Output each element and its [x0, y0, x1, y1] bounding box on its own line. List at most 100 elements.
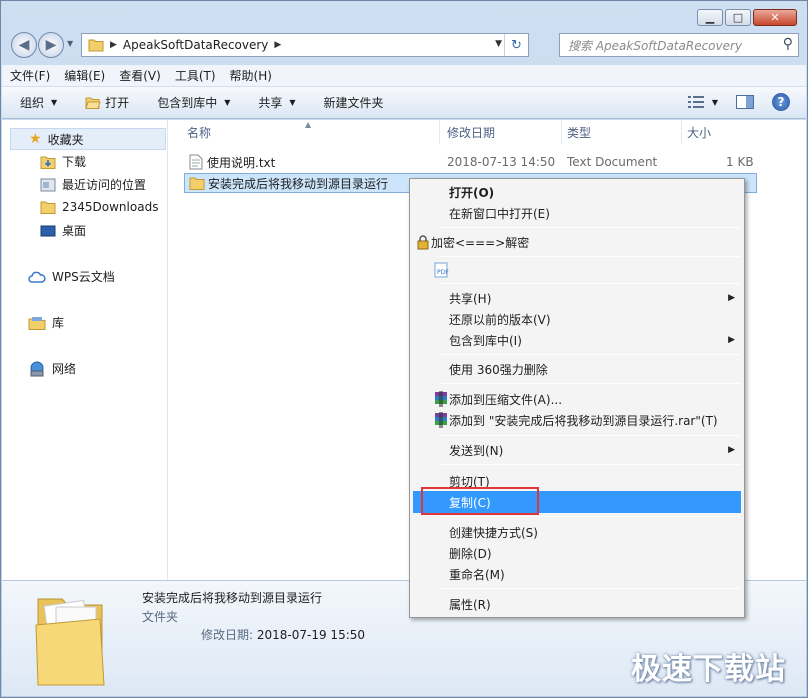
address-dropdown-icon[interactable]: ▼	[495, 39, 502, 49]
forward-button[interactable]: ▶	[38, 32, 64, 58]
breadcrumb-item[interactable]: ApeakSoftDataRecovery	[123, 38, 268, 52]
sort-ascending-icon: ▲	[305, 120, 312, 129]
search-icon[interactable]: ⚲	[783, 36, 793, 52]
preview-pane-icon[interactable]	[736, 95, 754, 109]
chevron-down-icon: ▼	[224, 98, 231, 107]
menu-item-share[interactable]: 共享(H) ▶	[413, 287, 741, 309]
menu-item-properties[interactable]: 属性(R)	[413, 593, 741, 615]
nav-item-2345downloads[interactable]: 2345Downloads	[40, 199, 158, 215]
navigation-pane: ★ 收藏夹 下载 最近访问的位置 2345Downloads 桌面 WPS云文档…	[2, 120, 168, 580]
menu-view[interactable]: 查看(V)	[119, 67, 161, 84]
submenu-arrow-icon: ▶	[728, 445, 735, 455]
library-icon	[28, 316, 46, 330]
menu-item-open[interactable]: 打开(O)	[413, 181, 741, 203]
selected-item-name: 安装完成后将我移动到源目录运行	[142, 591, 323, 605]
explorer-window: ▁ □ ✕ ◀ ▶ ▼ ▶ ApeakSoftDataRecovery ▶ ▼ …	[0, 0, 808, 698]
menu-help[interactable]: 帮助(H)	[230, 67, 272, 84]
breadcrumb-arrow-icon[interactable]: ▶	[274, 40, 281, 50]
column-header-type[interactable]: 类型	[567, 124, 591, 141]
menu-label: 打开(O)	[449, 185, 495, 200]
file-date: 2018-07-13 14:50	[447, 155, 556, 169]
forward-arrow-icon: ▶	[45, 37, 57, 53]
caption-buttons: ▁ □ ✕	[697, 9, 797, 26]
menu-label: 重命名(M)	[449, 567, 505, 582]
column-divider[interactable]	[561, 120, 562, 144]
open-button[interactable]: 打开	[85, 94, 129, 111]
search-input[interactable]: 搜索 ApeakSoftDataRecovery ⚲	[559, 33, 799, 57]
new-folder-button[interactable]: 新建文件夹	[324, 94, 384, 111]
nav-item-favorites[interactable]: ★ 收藏夹	[10, 128, 166, 150]
view-list-icon	[687, 96, 704, 108]
menu-item-create-shortcut[interactable]: 创建快捷方式(S)	[413, 521, 741, 543]
menu-separator	[440, 354, 740, 355]
menu-item-open-new-window[interactable]: 在新窗口中打开(E)	[413, 202, 741, 224]
folder-icon	[88, 39, 104, 52]
menu-label: 共享(H)	[449, 291, 492, 306]
nav-item-desktop[interactable]: 桌面	[40, 222, 86, 239]
downloads-folder-icon	[40, 156, 56, 169]
menu-tools[interactable]: 工具(T)	[175, 67, 216, 84]
column-header-size[interactable]: 大小	[687, 124, 711, 141]
file-name: 使用说明.txt	[207, 155, 276, 170]
view-options-button[interactable]: ▼	[687, 96, 718, 108]
folder-icon	[189, 177, 205, 190]
menu-item-delete[interactable]: 删除(D)	[413, 542, 741, 564]
star-icon: ★	[29, 131, 42, 147]
close-button[interactable]: ✕	[753, 9, 797, 26]
menu-item-add-archive[interactable]: 添加到压缩文件(A)...	[413, 388, 741, 410]
menu-item-send-to[interactable]: 发送到(N) ▶	[413, 439, 741, 461]
menu-item-encrypt[interactable]: 加密<===>解密	[413, 231, 741, 253]
menu-item-pdf-tool[interactable]: PDF	[413, 259, 741, 281]
column-divider[interactable]	[439, 120, 440, 144]
menu-item-restore-versions[interactable]: 还原以前的版本(V)	[413, 308, 741, 330]
chevron-down-icon: ▼	[711, 97, 718, 107]
share-button[interactable]: 共享 ▼	[258, 94, 295, 111]
nav-item-recent[interactable]: 最近访问的位置	[40, 176, 146, 193]
nav-label: WPS云文档	[52, 270, 115, 284]
breadcrumb-arrow-icon[interactable]: ▶	[110, 40, 117, 50]
share-label: 共享	[258, 96, 283, 110]
organize-button[interactable]: 组织 ▼	[20, 94, 57, 111]
address-bar[interactable]: ▶ ApeakSoftDataRecovery ▶ ▼ ↻	[81, 33, 529, 57]
back-button[interactable]: ◀	[11, 32, 37, 58]
nav-item-wps[interactable]: WPS云文档	[28, 268, 115, 285]
column-header-date[interactable]: 修改日期	[447, 124, 495, 141]
back-arrow-icon: ◀	[18, 37, 30, 53]
address-row: ◀ ▶ ▼ ▶ ApeakSoftDataRecovery ▶ ▼ ↻ 搜索 A…	[11, 31, 799, 59]
menu-label: 使用 360强力删除	[449, 362, 548, 377]
menu-item-add-rar[interactable]: 添加到 "安装完成后将我移动到源目录运行.rar"(T)	[413, 409, 741, 431]
close-icon: ✕	[770, 11, 780, 24]
menu-item-rename[interactable]: 重命名(M)	[413, 563, 741, 585]
help-icon[interactable]: ?	[772, 93, 790, 111]
refresh-icon: ↻	[511, 37, 522, 53]
menu-separator	[440, 464, 740, 465]
table-row[interactable]: 使用说明.txt 2018-07-13 14:50 Text Document …	[185, 152, 761, 172]
minimize-button[interactable]: ▁	[697, 9, 723, 26]
nav-item-network[interactable]: 网络	[28, 360, 76, 377]
menu-label: 加密<===>解密	[431, 235, 530, 250]
menu-separator	[440, 516, 740, 517]
maximize-button[interactable]: □	[725, 9, 751, 26]
menu-file[interactable]: 文件(F)	[10, 67, 50, 84]
nav-label: 桌面	[62, 224, 87, 238]
modified-label: 修改日期:	[201, 628, 254, 642]
winrar-icon	[435, 391, 447, 407]
menu-bar: 文件(F) 编辑(E) 查看(V) 工具(T) 帮助(H)	[2, 65, 806, 87]
refresh-button[interactable]: ↻	[504, 34, 528, 56]
column-header-name[interactable]: 名称	[187, 124, 211, 141]
menu-edit[interactable]: 编辑(E)	[64, 67, 105, 84]
desktop-icon	[40, 225, 56, 236]
include-library-button[interactable]: 包含到库中 ▼	[157, 94, 230, 111]
column-divider[interactable]	[681, 120, 682, 144]
folder-icon	[35, 598, 105, 686]
menu-separator	[440, 256, 740, 257]
file-type: Text Document	[567, 155, 658, 169]
menu-item-include-library[interactable]: 包含到库中(I) ▶	[413, 329, 741, 351]
organize-label: 组织	[20, 96, 45, 110]
menu-item-360-delete[interactable]: 使用 360强力删除	[413, 358, 741, 380]
recent-pages-dropdown-icon[interactable]: ▼	[67, 39, 73, 48]
nav-item-libraries[interactable]: 库	[28, 314, 64, 331]
command-bar: 组织 ▼ 打开 包含到库中 ▼ 共享 ▼ 新建文件夹 ▼ ?	[2, 87, 806, 119]
view-controls: ▼ ?	[687, 93, 790, 111]
nav-item-downloads[interactable]: 下载	[40, 153, 86, 170]
